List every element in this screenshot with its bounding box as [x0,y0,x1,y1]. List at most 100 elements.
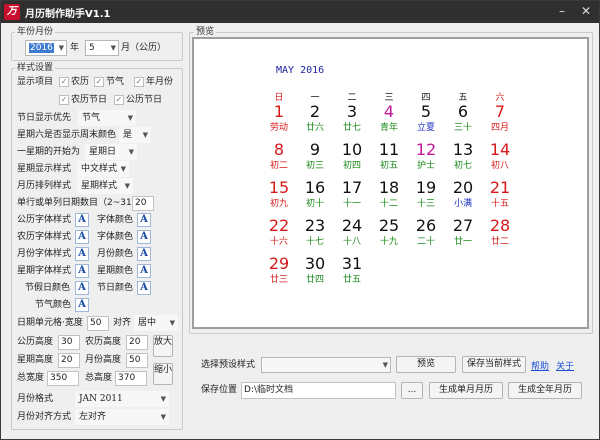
help-link[interactable]: 帮助 [531,359,549,372]
calendar-day: 1 [273,102,285,121]
chevron-down-icon: ▼ [160,413,166,421]
calendar-day: 29 [268,254,290,273]
calendar-day: 26 [415,216,437,235]
gregorian-height-input[interactable]: 30 [58,335,80,350]
display-items-label: 显示项目 [17,77,54,87]
month-color-button[interactable]: A [137,247,151,261]
cell-width-label: 日期单元格·宽度 [17,318,83,328]
week-start-select[interactable]: 星期日 ▼ [85,144,137,160]
weekend-color-value: 是 [123,130,133,140]
checkbox-lunar[interactable]: ✓ [59,77,69,87]
year-value: 2016 [29,43,54,53]
total-height-input[interactable]: 370 [115,371,147,386]
gregorian-font-label: 公历字体样式 [17,215,72,225]
calendar-day: 27 [452,216,474,235]
calendar-day: 31 [341,254,363,273]
month-select[interactable]: 5 ▼ [85,40,119,56]
checkbox-year-month[interactable]: ✓ [134,77,144,87]
total-height-label: 总高度 [85,373,113,383]
about-link[interactable]: 关于 [556,359,574,372]
week-height-input[interactable]: 20 [58,353,80,368]
calendar-lunar-label: 十二 [379,199,398,209]
calendar-lunar-label: 初十 [305,199,324,209]
zoom-in-button[interactable]: 放大 [153,335,173,357]
save-location-input[interactable]: D:\临时文档 [241,382,396,399]
style-settings-group-label: 样式设置 [15,63,56,74]
calendar-day: 25 [378,216,400,235]
month-label: 月（公历） [121,43,167,53]
checkbox-solar-term[interactable]: ✓ [94,77,104,87]
gregorian-font-button[interactable]: A [75,213,89,227]
month-format-select[interactable]: JAN 2011 ▼ [75,391,169,407]
month-height-input[interactable]: 50 [126,353,148,368]
month-arrange-label: 月历排列样式 [17,181,72,191]
lunar-height-label: 农历高度 [85,337,122,347]
align-label: 对齐 [113,318,132,328]
calendar-day: 11 [378,140,400,159]
lunar-font-button[interactable]: A [75,230,89,244]
checkbox-lunar-holiday-label: 农历节日 [71,95,108,105]
month-color-label: 月份颜色 [97,249,134,259]
month-height-label: 月份高度 [85,355,122,365]
generate-month-button[interactable]: 生成单月月历 [429,382,503,399]
calendar-day: 21 [489,178,511,197]
calendar-lunar-label: 初四 [342,161,361,171]
title-bar[interactable]: 万 月历制作助手V1.1 – ✕ [1,1,599,23]
holiday-priority-select[interactable]: 节气 ▼ [78,110,136,126]
festival-color-button[interactable]: A [137,281,151,295]
zoom-out-button[interactable]: 缩小 [153,363,173,385]
align-select[interactable]: 居中 ▼ [134,315,178,331]
checkbox-lunar-label: 农历 [71,77,90,87]
browse-button[interactable]: ... [401,382,423,399]
chevron-down-icon: ▼ [169,319,175,327]
month-arrange-select[interactable]: 星期样式 ▼ [77,178,133,194]
preview-button[interactable]: 预览 [396,356,456,373]
calendar-lunar-label: 护士 [416,161,435,171]
row-days-input[interactable]: 20 [132,196,154,211]
preset-select[interactable]: ▼ [261,357,391,373]
holiday-priority-value: 节气 [82,113,101,123]
zoom-in-label: 放大 [154,337,173,347]
chevron-down-icon: ▼ [128,148,134,156]
week-start-value: 星期日 [89,147,117,157]
cell-width-input[interactable]: 50 [87,316,109,331]
close-icon[interactable]: ✕ [577,3,595,19]
checkbox-lunar-holiday[interactable]: ✓ [59,95,69,105]
gregorian-color-button[interactable]: A [137,213,151,227]
lunar-height-input[interactable]: 20 [126,335,148,350]
year-label: 年 [70,43,80,53]
week-font-button[interactable]: A [75,264,89,278]
lunar-color-button[interactable]: A [137,230,151,244]
align-value: 居中 [138,318,157,328]
generate-year-button[interactable]: 生成全年月历 [508,382,582,399]
calendar-day: 12 [415,140,437,159]
month-align-select[interactable]: 左对齐 ▼ [75,409,169,425]
calendar-lunar-label: 廿六 [305,123,324,133]
row-days-label: 单行或单列日期数目（2~31） [17,198,141,208]
app-window: 万 月历制作助手V1.1 – ✕ 年份月份 2016 ▼ 年 5 ▼ 月（公历）… [0,0,600,440]
week-height-label: 星期高度 [17,355,54,365]
weekend-color-select[interactable]: 是 ▼ [119,127,151,143]
minimize-icon[interactable]: – [553,3,571,19]
total-width-input[interactable]: 350 [47,371,79,386]
calendar-day: 5 [420,102,432,121]
year-select[interactable]: 2016 ▼ [25,40,67,56]
calendar-lunar-label: 劳动 [269,123,288,133]
chevron-down-icon: ▼ [58,44,64,52]
calendar-lunar-label: 初七 [453,161,472,171]
holiday-off-color-button[interactable]: A [75,281,89,295]
calendar-lunar-label: 十一 [342,199,361,209]
checkbox-gregorian-holiday[interactable]: ✓ [114,95,124,105]
calendar-lunar-label: 廿三 [269,275,288,285]
week-color-button[interactable]: A [137,264,151,278]
week-display-select[interactable]: 中文样式 ▼ [77,161,129,177]
calendar-day: 17 [341,178,363,197]
checkbox-gregorian-holiday-label: 公历节日 [126,95,163,105]
solar-term-color-button[interactable]: A [75,298,89,312]
month-font-button[interactable]: A [75,247,89,261]
year-month-group-label: 年份月份 [15,27,56,38]
calendar-lunar-label: 十七 [305,237,324,247]
save-style-button[interactable]: 保存当前样式 [462,356,526,373]
calendar-day: 4 [383,102,395,121]
chevron-down-icon: ▼ [110,44,116,52]
